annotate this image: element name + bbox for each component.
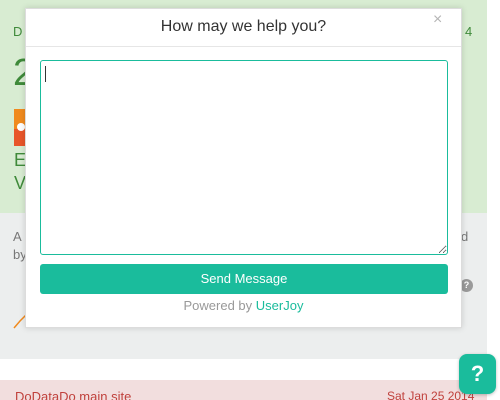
powered-by-label: Powered by: [183, 298, 253, 313]
powered-by: Powered by UserJoy: [26, 298, 461, 313]
send-message-button[interactable]: Send Message: [40, 264, 448, 294]
close-icon[interactable]: ×: [433, 12, 442, 28]
panel-date-fragment: 4: [465, 24, 473, 39]
site-name[interactable]: DoDataDo main site: [15, 389, 131, 400]
info-text-fragment-1: A: [13, 229, 22, 244]
modal-header: How may we help you? ×: [26, 9, 461, 47]
text-caret: [45, 66, 46, 82]
message-textarea[interactable]: [40, 60, 448, 255]
modal-title: How may we help you?: [160, 18, 327, 35]
powered-by-brand-link[interactable]: UserJoy: [256, 298, 304, 313]
analytics-icon-dot: [17, 123, 25, 131]
help-widget-button[interactable]: ?: [459, 354, 496, 394]
analytics-icon-lower: [14, 129, 25, 146]
panel-title-fragment: D: [13, 24, 23, 39]
feedback-modal: How may we help you? × Send Message Powe…: [25, 8, 462, 328]
analytics-icon: [14, 109, 25, 146]
info-text-fragment-3: d: [461, 229, 469, 244]
site-alert-panel: DoDataDo main site Sat Jan 25 2014: [0, 380, 487, 400]
